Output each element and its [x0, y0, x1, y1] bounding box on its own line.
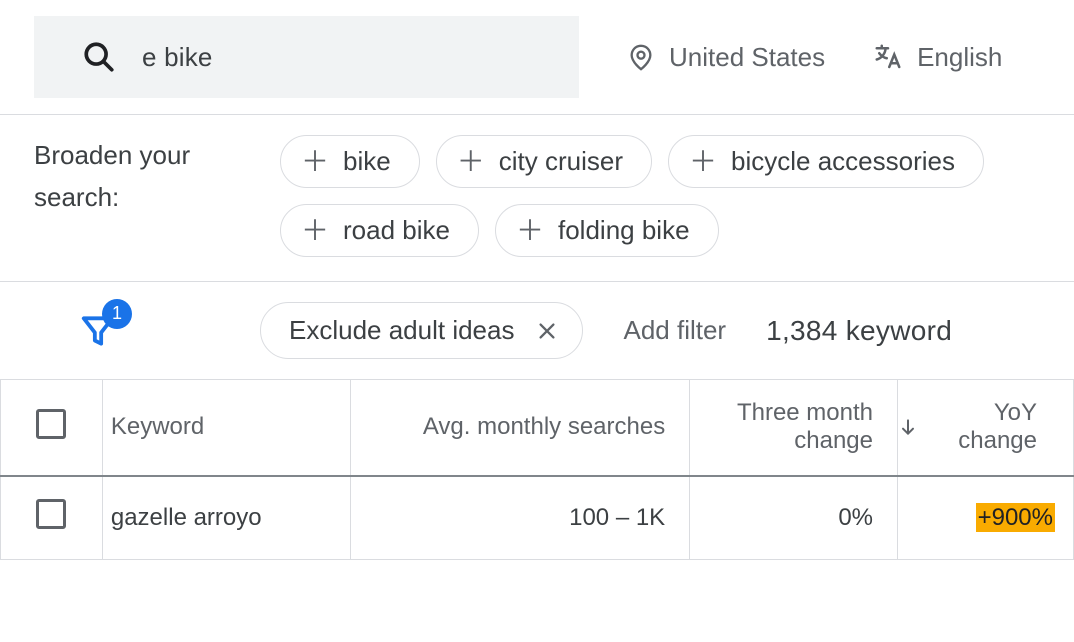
filter-funnel[interactable]: 1	[76, 309, 120, 353]
cell-yoy: +900%	[898, 476, 1074, 560]
broaden-label: Broaden your search:	[34, 135, 234, 218]
plus-icon: ＋	[301, 217, 329, 245]
search-icon	[82, 40, 116, 74]
language-selector[interactable]: English	[873, 42, 1002, 73]
chip-label: bike	[343, 146, 391, 177]
top-bar: United States English	[0, 0, 1074, 114]
header-keyword[interactable]: Keyword	[102, 380, 350, 476]
chip-bicycle-accessories[interactable]: ＋ bicycle accessories	[668, 135, 984, 188]
broaden-section: Broaden your search: ＋ bike ＋ city cruis…	[0, 115, 1074, 281]
translate-icon	[873, 42, 903, 72]
header-yoy[interactable]: YoY change	[898, 380, 1074, 476]
chip-label: road bike	[343, 215, 450, 246]
yoy-value: +900%	[976, 503, 1055, 532]
table-row[interactable]: gazelle arroyo 100 – 1K 0% +900%	[1, 476, 1074, 560]
add-filter-button[interactable]: Add filter	[623, 315, 726, 346]
keyword-table: Keyword Avg. monthly searches Three mont…	[0, 379, 1074, 560]
chip-label: bicycle accessories	[731, 146, 955, 177]
table-header-row: Keyword Avg. monthly searches Three mont…	[1, 380, 1074, 476]
chip-label: city cruiser	[499, 146, 623, 177]
keyword-count: 1,384 keyword	[766, 315, 952, 347]
location-pin-icon	[627, 41, 655, 74]
plus-icon: ＋	[457, 148, 485, 176]
header-checkbox-cell	[1, 380, 103, 476]
plus-icon: ＋	[689, 148, 717, 176]
plus-icon: ＋	[516, 217, 544, 245]
cell-avg: 100 – 1K	[350, 476, 690, 560]
select-all-checkbox[interactable]	[36, 409, 66, 439]
plus-icon: ＋	[301, 148, 329, 176]
broaden-chips: ＋ bike ＋ city cruiser ＋ bicycle accessor…	[280, 135, 1040, 257]
header-yoy-label: YoY change	[936, 399, 1037, 455]
chip-road-bike[interactable]: ＋ road bike	[280, 204, 479, 257]
header-three-month[interactable]: Three month change	[690, 380, 898, 476]
location-label: United States	[669, 42, 825, 73]
header-avg-searches[interactable]: Avg. monthly searches	[350, 380, 690, 476]
language-label: English	[917, 42, 1002, 73]
filter-chip-label: Exclude adult ideas	[289, 315, 514, 346]
location-selector[interactable]: United States	[627, 41, 825, 74]
row-checkbox-cell	[1, 476, 103, 560]
sort-down-icon	[898, 415, 918, 439]
search-input[interactable]	[140, 41, 559, 74]
chip-label: folding bike	[558, 215, 690, 246]
search-box[interactable]	[34, 16, 579, 98]
chip-folding-bike[interactable]: ＋ folding bike	[495, 204, 719, 257]
filter-chip-exclude-adult[interactable]: Exclude adult ideas	[260, 302, 583, 359]
chip-city-cruiser[interactable]: ＋ city cruiser	[436, 135, 652, 188]
filter-row: 1 Exclude adult ideas Add filter 1,384 k…	[0, 281, 1074, 379]
row-checkbox[interactable]	[36, 499, 66, 529]
close-icon[interactable]	[536, 320, 558, 342]
cell-three-month: 0%	[690, 476, 898, 560]
filter-badge: 1	[102, 299, 132, 329]
chip-bike[interactable]: ＋ bike	[280, 135, 420, 188]
cell-keyword: gazelle arroyo	[102, 476, 350, 560]
